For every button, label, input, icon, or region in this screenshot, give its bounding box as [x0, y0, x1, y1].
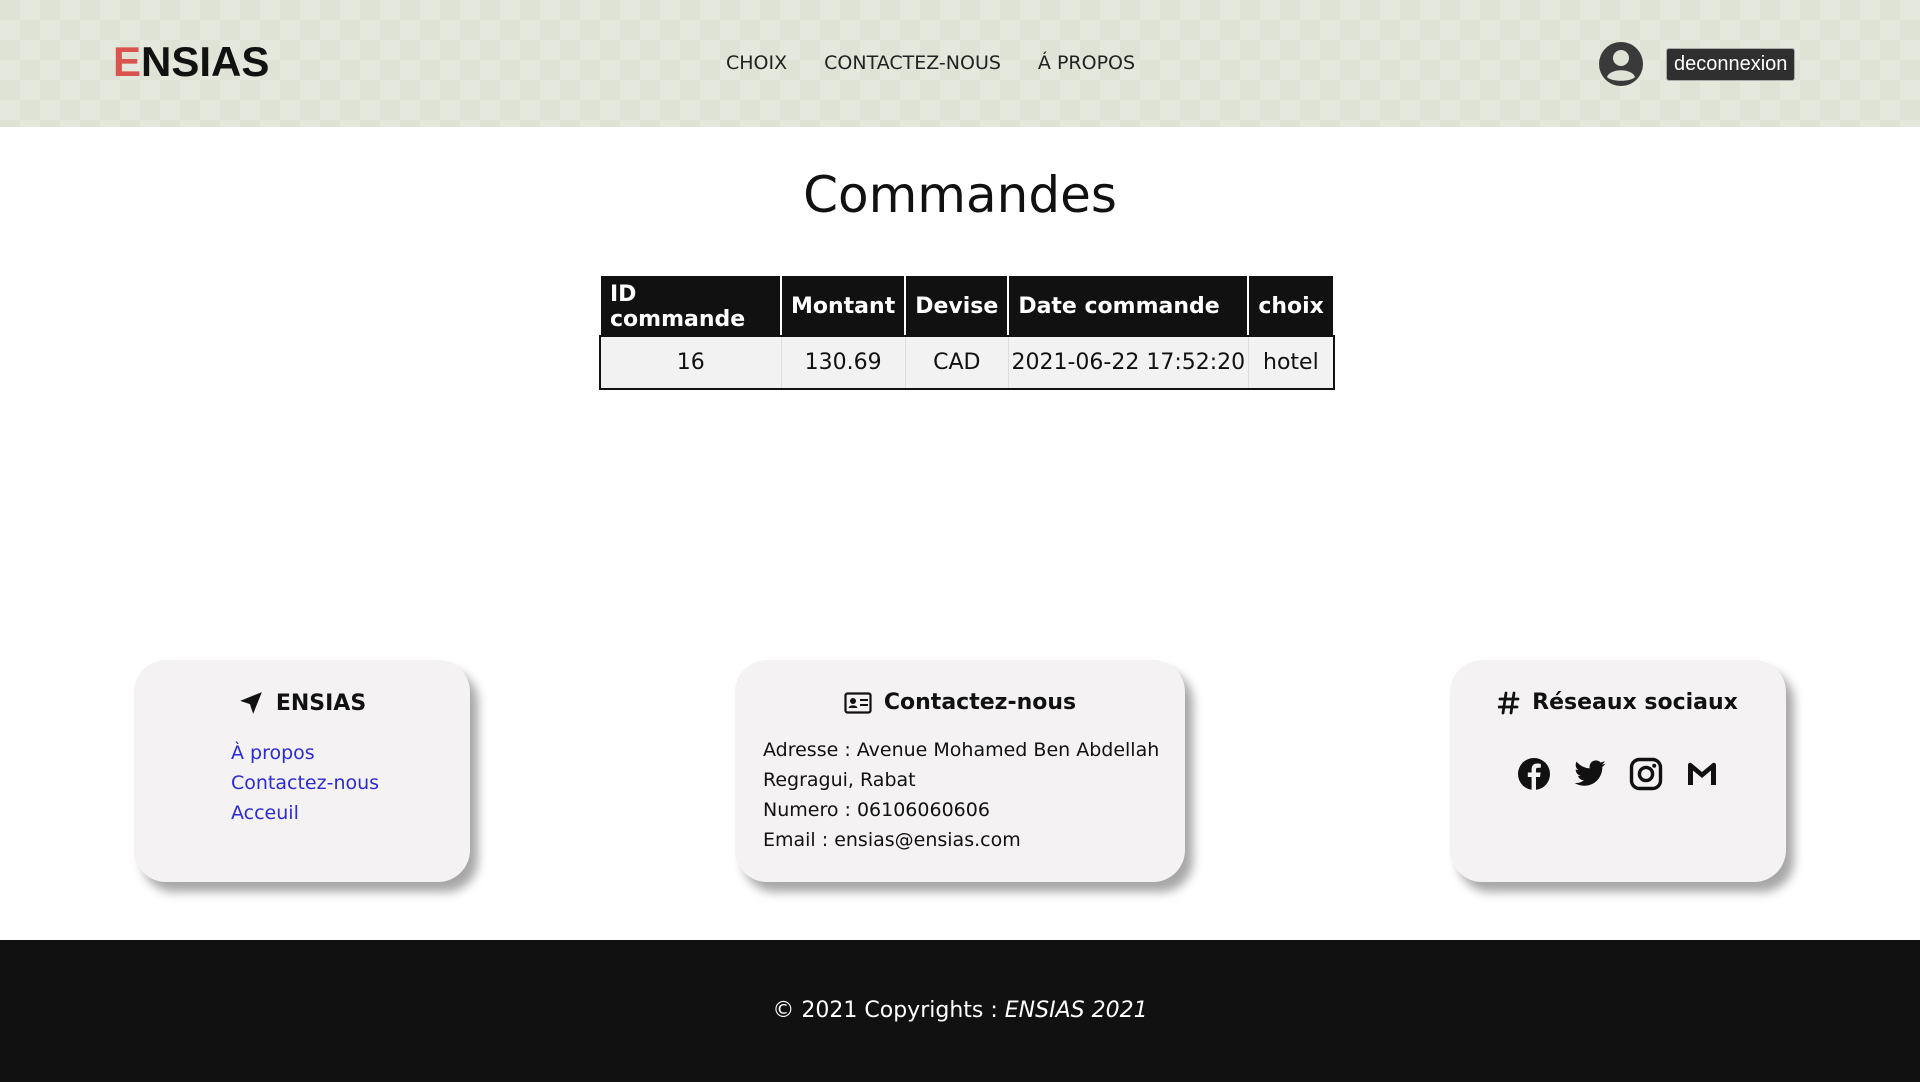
facebook-icon[interactable] [1517, 757, 1551, 791]
social-card-title-text: Réseaux sociaux [1532, 690, 1738, 715]
social-links [1450, 757, 1786, 791]
ensias-card: ENSIAS À propos Contactez-nous Acceuil [134, 660, 470, 882]
main-nav: CHOIX CONTACTEZ-NOUS Á PROPOS [726, 52, 1135, 74]
ensias-card-title: ENSIAS [134, 690, 470, 716]
list-item: Contactez-nous [231, 768, 470, 798]
contact-phone: Numero : 06106060606 [763, 799, 990, 821]
cell-choix: hotel [1247, 337, 1333, 388]
contact-card-title: Contactez-nous [735, 690, 1185, 715]
nav-link-choix[interactable]: CHOIX [726, 52, 787, 74]
hashtag-icon [1498, 691, 1520, 714]
site-header: ENSIAS CHOIX CONTACTEZ-NOUS Á PROPOS dec… [0, 0, 1920, 127]
column-header-choix: choix [1247, 276, 1333, 337]
logo-rest: NSIAS [141, 38, 270, 85]
nav-link-about[interactable]: Á PROPOS [1038, 52, 1135, 74]
copyright-text: © 2021 Copyrights : ENSIAS 2021 [0, 998, 1920, 1023]
location-arrow-icon [239, 692, 262, 714]
cell-devise: CAD [904, 337, 1009, 388]
table-header-row: ID commande Montant Devise Date commande… [601, 276, 1333, 337]
logout-button[interactable]: deconnexion [1666, 48, 1796, 81]
contact-card-title-text: Contactez-nous [883, 690, 1077, 715]
contact-card: Contactez-nous Adresse : Avenue Mohamed … [735, 660, 1185, 882]
twitter-icon[interactable] [1573, 757, 1607, 791]
user-circle-icon[interactable] [1598, 41, 1644, 87]
page-title: Commandes [803, 166, 1117, 224]
contact-info: Adresse : Avenue Mohamed Ben Abdellah Re… [763, 735, 1163, 855]
list-item: À propos [231, 738, 470, 768]
copyright-brand: ENSIAS 2021 [1004, 998, 1148, 1023]
column-header-date: Date commande [1007, 276, 1249, 337]
contact-address: Adresse : Avenue Mohamed Ben Abdellah Re… [763, 739, 1160, 791]
social-card: Réseaux sociaux [1450, 660, 1786, 882]
site-logo[interactable]: ENSIAS [113, 38, 269, 86]
footer-link-contact[interactable]: Contactez-nous [231, 772, 379, 794]
table-row: 16 130.69 CAD 2021-06-22 17:52:20 hotel [599, 335, 1335, 390]
column-header-devise: Devise [904, 276, 1009, 337]
contact-email: Email : ensias@ensias.com [763, 829, 1021, 851]
list-item: Acceuil [231, 798, 470, 828]
address-card-icon [844, 691, 872, 714]
nav-link-contact[interactable]: CONTACTEZ-NOUS [824, 52, 1001, 74]
cell-date: 2021-06-22 17:52:20 [1007, 337, 1249, 388]
instagram-icon[interactable] [1629, 757, 1663, 791]
column-header-montant: Montant [779, 276, 906, 337]
gmail-icon[interactable] [1685, 757, 1719, 791]
cell-id: 16 [601, 337, 781, 388]
logo-first-letter: E [113, 38, 142, 85]
footer-links: À propos Contactez-nous Acceuil [231, 738, 470, 828]
orders-table: ID commande Montant Devise Date commande… [599, 276, 1335, 390]
column-header-id: ID commande [601, 276, 781, 337]
social-card-title: Réseaux sociaux [1450, 690, 1786, 715]
copyright-prefix: © 2021 Copyrights : [772, 998, 1005, 1023]
footer-link-about[interactable]: À propos [231, 742, 315, 764]
ensias-card-title-text: ENSIAS [275, 690, 367, 716]
cell-montant: 130.69 [780, 337, 906, 388]
footer-link-home[interactable]: Acceuil [231, 802, 299, 824]
